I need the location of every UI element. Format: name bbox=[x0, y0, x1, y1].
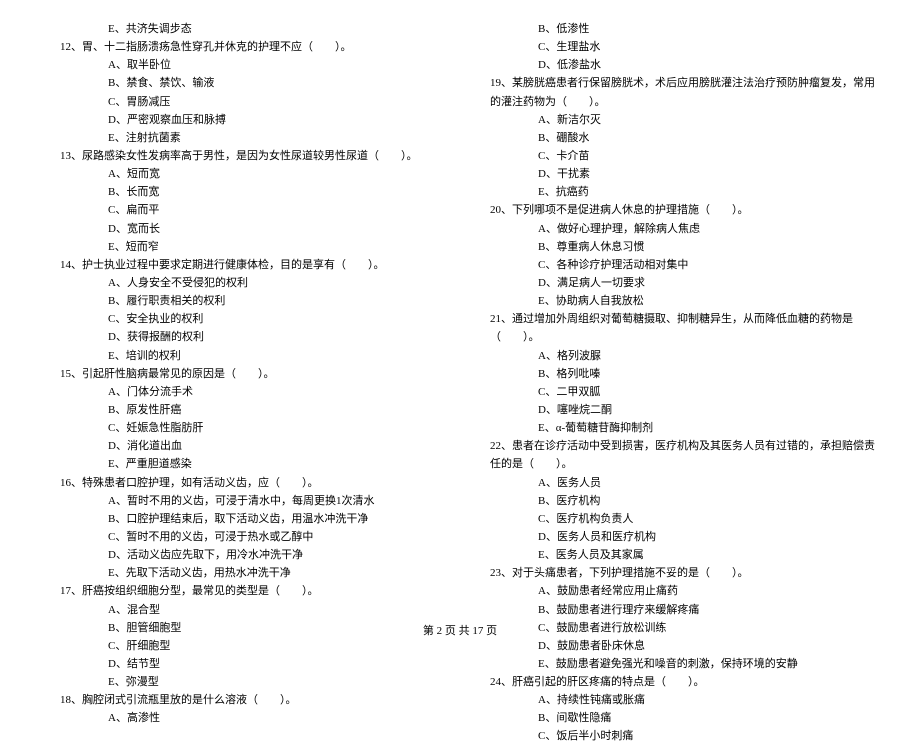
q17-text: 17、肝癌按组织细胞分型，最常见的类型是（ ）。 bbox=[60, 582, 450, 600]
q20-option-b: B、尊重病人休息习惯 bbox=[490, 238, 880, 256]
q16-option-e: E、先取下活动义齿，用热水冲洗干净 bbox=[60, 564, 450, 582]
q18-option-b: B、低渗性 bbox=[490, 20, 880, 38]
q19-option-a: A、新洁尔灭 bbox=[490, 111, 880, 129]
q13-option-a: A、短而宽 bbox=[60, 165, 450, 183]
q23-option-a: A、鼓励患者经常应用止痛药 bbox=[490, 582, 880, 600]
q23-text: 23、对于头痛患者，下列护理措施不妥的是（ ）。 bbox=[490, 564, 880, 582]
q22-option-c: C、医疗机构负责人 bbox=[490, 510, 880, 528]
q21-option-a: A、格列波脲 bbox=[490, 347, 880, 365]
q12-option-c: C、胃肠减压 bbox=[60, 93, 450, 111]
q15-option-b: B、原发性肝癌 bbox=[60, 401, 450, 419]
q22-option-e: E、医务人员及其家属 bbox=[490, 546, 880, 564]
q14-option-a: A、人身安全不受侵犯的权利 bbox=[60, 274, 450, 292]
q17-option-a: A、混合型 bbox=[60, 601, 450, 619]
q18-option-a: A、高渗性 bbox=[60, 709, 450, 727]
q21-option-b: B、格列吡嗪 bbox=[490, 365, 880, 383]
q17-option-d: D、结节型 bbox=[60, 655, 450, 673]
q19-option-b: B、硼酸水 bbox=[490, 129, 880, 147]
q18-option-d: D、低渗盐水 bbox=[490, 56, 880, 74]
q18-option-c: C、生理盐水 bbox=[490, 38, 880, 56]
q19-option-c: C、卡介苗 bbox=[490, 147, 880, 165]
q20-option-e: E、协助病人自我放松 bbox=[490, 292, 880, 310]
q20-option-d: D、满足病人一切要求 bbox=[490, 274, 880, 292]
q20-text: 20、下列哪项不是促进病人休息的护理措施（ ）。 bbox=[490, 201, 880, 219]
q23-option-e: E、鼓励患者避免强光和噪音的刺激，保持环境的安静 bbox=[490, 655, 880, 673]
q20-option-a: A、做好心理护理，解除病人焦虑 bbox=[490, 220, 880, 238]
q15-option-e: E、严重胆道感染 bbox=[60, 455, 450, 473]
page-footer: 第 2 页 共 17 页 bbox=[0, 622, 920, 640]
q21-option-d: D、噻唑烷二酮 bbox=[490, 401, 880, 419]
q21-option-c: C、二甲双胍 bbox=[490, 383, 880, 401]
q14-option-d: D、获得报酬的权利 bbox=[60, 328, 450, 346]
q19-text: 19、某膀胱癌患者行保留膀胱术，术后应用膀胱灌注法治疗预防肿瘤复发，常用的灌注药… bbox=[490, 74, 880, 110]
q15-option-a: A、门体分流手术 bbox=[60, 383, 450, 401]
q16-text: 16、特殊患者口腔护理，如有活动义齿，应（ ）。 bbox=[60, 474, 450, 492]
q16-option-a: A、暂时不用的义齿，可浸于清水中，每周更换1次清水 bbox=[60, 492, 450, 510]
q16-option-d: D、活动义齿应先取下，用冷水冲洗干净 bbox=[60, 546, 450, 564]
q23-option-b: B、鼓励患者进行理疗来缓解疼痛 bbox=[490, 601, 880, 619]
q13-option-c: C、扁而平 bbox=[60, 201, 450, 219]
q22-option-b: B、医疗机构 bbox=[490, 492, 880, 510]
q13-option-d: D、宽而长 bbox=[60, 220, 450, 238]
q12-text: 12、胃、十二指肠溃疡急性穿孔并休克的护理不应（ ）。 bbox=[60, 38, 450, 56]
q24-option-a: A、持续性钝痛或胀痛 bbox=[490, 691, 880, 709]
q13-option-b: B、长而宽 bbox=[60, 183, 450, 201]
q18-text: 18、胸腔闭式引流瓶里放的是什么溶液（ ）。 bbox=[60, 691, 450, 709]
q15-option-c: C、妊娠急性脂肪肝 bbox=[60, 419, 450, 437]
q12-option-e: E、注射抗菌素 bbox=[60, 129, 450, 147]
q17-option-e: E、弥漫型 bbox=[60, 673, 450, 691]
q19-option-e: E、抗癌药 bbox=[490, 183, 880, 201]
q24-text: 24、肝癌引起的肝区疼痛的特点是（ ）。 bbox=[490, 673, 880, 691]
q22-text: 22、患者在诊疗活动中受到损害，医疗机构及其医务人员有过错的，承担赔偿责任的是（… bbox=[490, 437, 880, 473]
q15-text: 15、引起肝性脑病最常见的原因是（ ）。 bbox=[60, 365, 450, 383]
q24-option-c: C、饭后半小时刺痛 bbox=[490, 727, 880, 745]
q15-option-d: D、消化道出血 bbox=[60, 437, 450, 455]
q13-text: 13、尿路感染女性发病率高于男性，是因为女性尿道较男性尿道（ ）。 bbox=[60, 147, 450, 165]
q12-option-b: B、禁食、禁饮、输液 bbox=[60, 74, 450, 92]
q13-option-e: E、短而窄 bbox=[60, 238, 450, 256]
q12-option-a: A、取半卧位 bbox=[60, 56, 450, 74]
q12-option-d: D、严密观察血压和脉搏 bbox=[60, 111, 450, 129]
q22-option-a: A、医务人员 bbox=[490, 474, 880, 492]
q22-option-d: D、医务人员和医疗机构 bbox=[490, 528, 880, 546]
q14-text: 14、护士执业过程中要求定期进行健康体检，目的是享有（ ）。 bbox=[60, 256, 450, 274]
q21-text: 21、通过增加外周组织对葡萄糖摄取、抑制糖异生，从而降低血糖的药物是（ ）。 bbox=[490, 310, 880, 346]
q24-option-b: B、间歇性隐痛 bbox=[490, 709, 880, 727]
q11-option-e: E、共济失调步态 bbox=[60, 20, 450, 38]
q14-option-b: B、履行职责相关的权利 bbox=[60, 292, 450, 310]
q16-option-b: B、口腔护理结束后，取下活动义齿，用温水冲洗干净 bbox=[60, 510, 450, 528]
q19-option-d: D、干扰素 bbox=[490, 165, 880, 183]
q14-option-c: C、安全执业的权利 bbox=[60, 310, 450, 328]
q21-option-e: E、α-葡萄糖苷酶抑制剂 bbox=[490, 419, 880, 437]
q20-option-c: C、各种诊疗护理活动相对集中 bbox=[490, 256, 880, 274]
q14-option-e: E、培训的权利 bbox=[60, 347, 450, 365]
q16-option-c: C、暂时不用的义齿，可浸于热水或乙醇中 bbox=[60, 528, 450, 546]
